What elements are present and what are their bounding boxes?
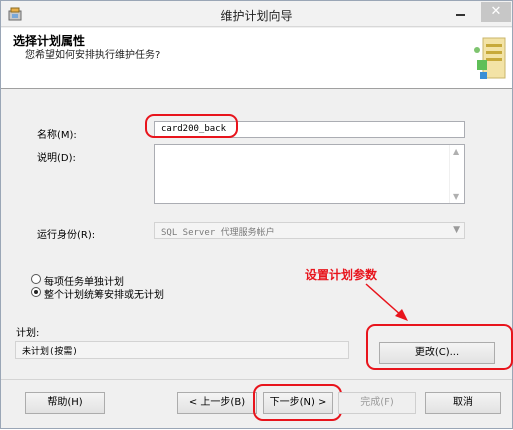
footer-separator (1, 379, 512, 380)
finish-button: 完成(F) (338, 392, 416, 414)
wizard-window: 维护计划向导 ✕ 选择计划属性 您希望如何安排执行维护任务? 名称(M): ca… (0, 0, 513, 429)
next-button[interactable]: 下一步(N) > (263, 392, 333, 414)
change-schedule-button[interactable]: 更改(C)... (379, 342, 495, 364)
schedule-label: 计划: (16, 328, 40, 339)
back-button[interactable]: < 上一步(B) (177, 392, 257, 414)
close-icon[interactable]: ✕ (481, 2, 511, 22)
name-label: 名称(M): (37, 130, 77, 141)
scroll-up-icon[interactable]: ▲ (453, 147, 459, 156)
radio-separate-schedules[interactable] (31, 274, 41, 284)
schedule-field: 未计划(按需) (15, 341, 349, 359)
cancel-button[interactable]: 取消 (425, 392, 501, 414)
wizard-header: 选择计划属性 您希望如何安排执行维护任务? (1, 28, 512, 89)
window-title: 维护计划向导 (220, 9, 293, 23)
description-label: 说明(D): (37, 153, 76, 164)
name-input[interactable]: card200_back (154, 121, 465, 138)
dropdown-arrow-icon: ▼ (453, 225, 460, 235)
run-as-select: SQL Server 代理服务帐户 ▼ (154, 222, 465, 239)
title-bar: 维护计划向导 ✕ (1, 1, 512, 27)
radio-single-schedule[interactable] (31, 287, 41, 297)
schedule-value: 未计划(按需) (22, 347, 78, 357)
name-input-value: card200_back (161, 124, 227, 134)
run-as-value: SQL Server 代理服务帐户 (161, 228, 275, 238)
help-button[interactable]: 帮助(H) (25, 392, 105, 414)
page-subtitle: 您希望如何安排执行维护任务? (25, 50, 161, 61)
annotation-text: 设置计划参数 (305, 268, 378, 282)
minimize-icon[interactable] (447, 3, 473, 23)
scroll-down-icon[interactable]: ▼ (453, 192, 459, 201)
description-scrollbar[interactable]: ▲ ▼ (449, 145, 464, 203)
wizard-graphic-icon (474, 37, 506, 79)
description-textarea[interactable]: ▲ ▼ (154, 144, 465, 204)
radio-single-label[interactable]: 整个计划统筹安排或无计划 (44, 286, 164, 301)
run-as-label: 运行身份(R): (37, 230, 96, 241)
